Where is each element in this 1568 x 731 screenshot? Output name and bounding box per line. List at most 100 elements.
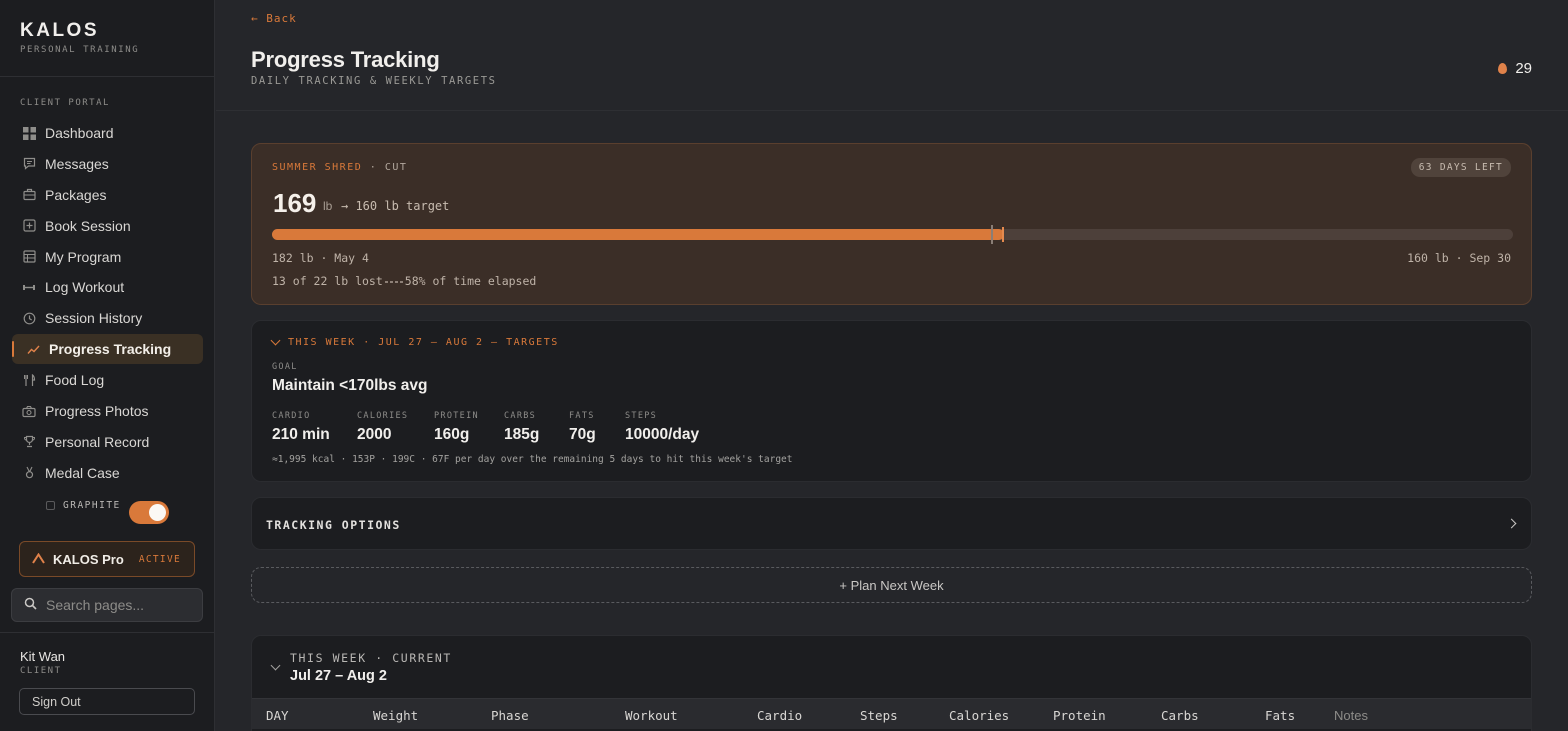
chat-icon (22, 157, 36, 171)
column-header-protein: Protein (1053, 708, 1106, 723)
search-icon (24, 597, 37, 613)
sidebar-item-progress-tracking[interactable]: Progress Tracking (12, 334, 203, 365)
theme-label: GRAPHITE (63, 500, 121, 511)
sidebar-divider (0, 632, 215, 633)
sidebar-item-book-session[interactable]: Book Session (12, 211, 203, 241)
metric-label: CARBS (504, 411, 537, 421)
metric-label: PROTEIN (434, 411, 479, 421)
pro-status: ACTIVE (138, 553, 181, 565)
column-header-cardio: Cardio (757, 708, 803, 723)
end-label: 160 lb · Sep 30 (1407, 251, 1511, 265)
metric-carbs: CARBS 185g (504, 411, 539, 444)
sidebar-item-label: Personal Record (45, 433, 150, 450)
trend-icon (26, 342, 40, 356)
sidebar-item-label: My Program (45, 248, 122, 265)
progress-end-marker (1002, 227, 1005, 242)
goal-label: GOAL (272, 362, 298, 372)
theme-checkbox[interactable] (46, 501, 55, 510)
metric-label: CALORIES (357, 411, 409, 421)
column-header-weight: Weight (373, 708, 419, 723)
camera-icon (22, 404, 36, 418)
sidebar-section-label: CLIENT PORTAL (20, 98, 110, 108)
week-targets-heading: THIS WEEK · JUL 27 – AUG 2 — TARGETS (288, 337, 559, 348)
sidebar-item-packages[interactable]: Packages (12, 180, 203, 210)
metric-label: FATS (569, 411, 595, 421)
column-header-day: DAY (266, 708, 289, 723)
search-input[interactable] (46, 597, 186, 613)
tracking-options-label: TRACKING OPTIONS (266, 518, 401, 532)
column-header-steps: Steps (860, 708, 898, 723)
brand-subtitle: PERSONAL TRAINING (20, 45, 140, 55)
plan-next-week-button[interactable]: + Plan Next Week (251, 567, 1532, 603)
sign-out-button[interactable]: Sign Out (19, 688, 195, 715)
user-role: CLIENT (20, 666, 62, 676)
sidebar-item-label: Food Log (45, 372, 105, 389)
tracking-options-row[interactable]: TRACKING OPTIONS (251, 497, 1532, 550)
briefcase-icon (22, 188, 36, 202)
sidebar-item-log-workout[interactable]: Log Workout (12, 272, 203, 302)
sidebar-item-messages[interactable]: Messages (12, 149, 203, 179)
sidebar-item-label: Log Workout (45, 279, 125, 296)
weight-unit: lb (323, 199, 333, 213)
back-link[interactable]: ← Back (251, 12, 297, 25)
goal-value: Maintain <170lbs avg (272, 377, 428, 394)
column-header-fats: Fats (1265, 708, 1296, 723)
sidebar-item-personal-record[interactable]: Personal Record (12, 427, 203, 457)
metric-protein: PROTEIN 160g (434, 411, 479, 444)
metric-label: CARDIO (272, 411, 311, 421)
elapsed-label: 58% of time elapsed (404, 274, 537, 288)
sidebar-item-label: Messages (45, 155, 109, 172)
utensils-icon (22, 373, 36, 387)
flame-icon (1498, 63, 1508, 74)
goal-progress-bar (272, 225, 1513, 244)
column-header-workout: Workout (625, 708, 678, 723)
sidebar-item-label: Progress Photos (45, 403, 149, 420)
column-header-calories: Calories (949, 708, 1010, 723)
sidebar-item-session-history[interactable]: Session History (12, 303, 203, 333)
metric-value: 10000/day (625, 426, 700, 443)
metric-value: 185g (504, 426, 540, 443)
dumbbell-icon (22, 280, 36, 294)
caret-up-icon (32, 552, 45, 567)
sidebar-item-label: Session History (45, 310, 143, 327)
header-divider (216, 110, 1568, 111)
table-header: DAY Weight Phase Workout Cardio Steps Ca… (252, 698, 1531, 729)
page-subtitle: DAILY TRACKING & WEEKLY TARGETS (251, 75, 497, 87)
metric-label: STEPS (625, 411, 658, 421)
search-box[interactable] (11, 588, 203, 622)
week-targets-note: ≈1,995 kcal · 153P · 199C · 67F per day … (272, 454, 793, 465)
user-name: Kit Wan (20, 649, 66, 664)
streak-counter[interactable]: 29 (1498, 60, 1532, 77)
goal-progress-fill (272, 229, 1005, 240)
brand[interactable]: KALOS PERSONAL TRAINING (20, 20, 139, 55)
pro-badge[interactable]: KALOS Pro ACTIVE (19, 541, 195, 577)
progress-summary: 13 of 22 lb lost 58% of time elapsed (272, 274, 536, 288)
medal-icon (22, 466, 36, 480)
sidebar: KALOS PERSONAL TRAINING CLIENT PORTAL Da… (0, 0, 215, 731)
sidebar-item-dashboard[interactable]: Dashboard (12, 118, 203, 148)
week-targets-toggle[interactable]: THIS WEEK · JUL 27 – AUG 2 — TARGETS (270, 335, 559, 348)
metric-cardio: CARDIO 210 min (272, 411, 330, 444)
sidebar-item-medal-case[interactable]: Medal Case (12, 458, 203, 488)
clock-icon (22, 311, 36, 325)
week-targets-card: THIS WEEK · JUL 27 – AUG 2 — TARGETS GOA… (251, 320, 1532, 482)
sidebar-item-progress-photos[interactable]: Progress Photos (12, 396, 203, 426)
current-weight: 169 (273, 188, 317, 218)
goal-card: SUMMER SHRED · CUT 63 DAYS LEFT 169 lb →… (251, 143, 1532, 305)
metric-calories: CALORIES 2000 (357, 411, 408, 444)
pro-name: KALOS Pro (53, 551, 124, 567)
theme-toggle[interactable] (129, 501, 169, 524)
sidebar-item-label: Book Session (45, 217, 131, 234)
sidebar-item-label: Dashboard (45, 125, 114, 141)
sidebar-item-food-log[interactable]: Food Log (12, 365, 203, 395)
chevron-down-icon[interactable] (270, 660, 281, 671)
table-icon (22, 250, 36, 264)
dash-marker-icon (384, 280, 403, 283)
target-weight: → 160 lb target (341, 199, 450, 213)
metric-value: 160g (434, 426, 470, 443)
page-title: Progress Tracking (251, 47, 440, 72)
sidebar-item-my-program[interactable]: My Program (12, 242, 203, 272)
column-header-phase: Phase (491, 708, 529, 723)
lost-label: 13 of 22 lb lost (272, 274, 383, 288)
sidebar-nav: Dashboard Messages Packages Book Session… (12, 118, 203, 489)
